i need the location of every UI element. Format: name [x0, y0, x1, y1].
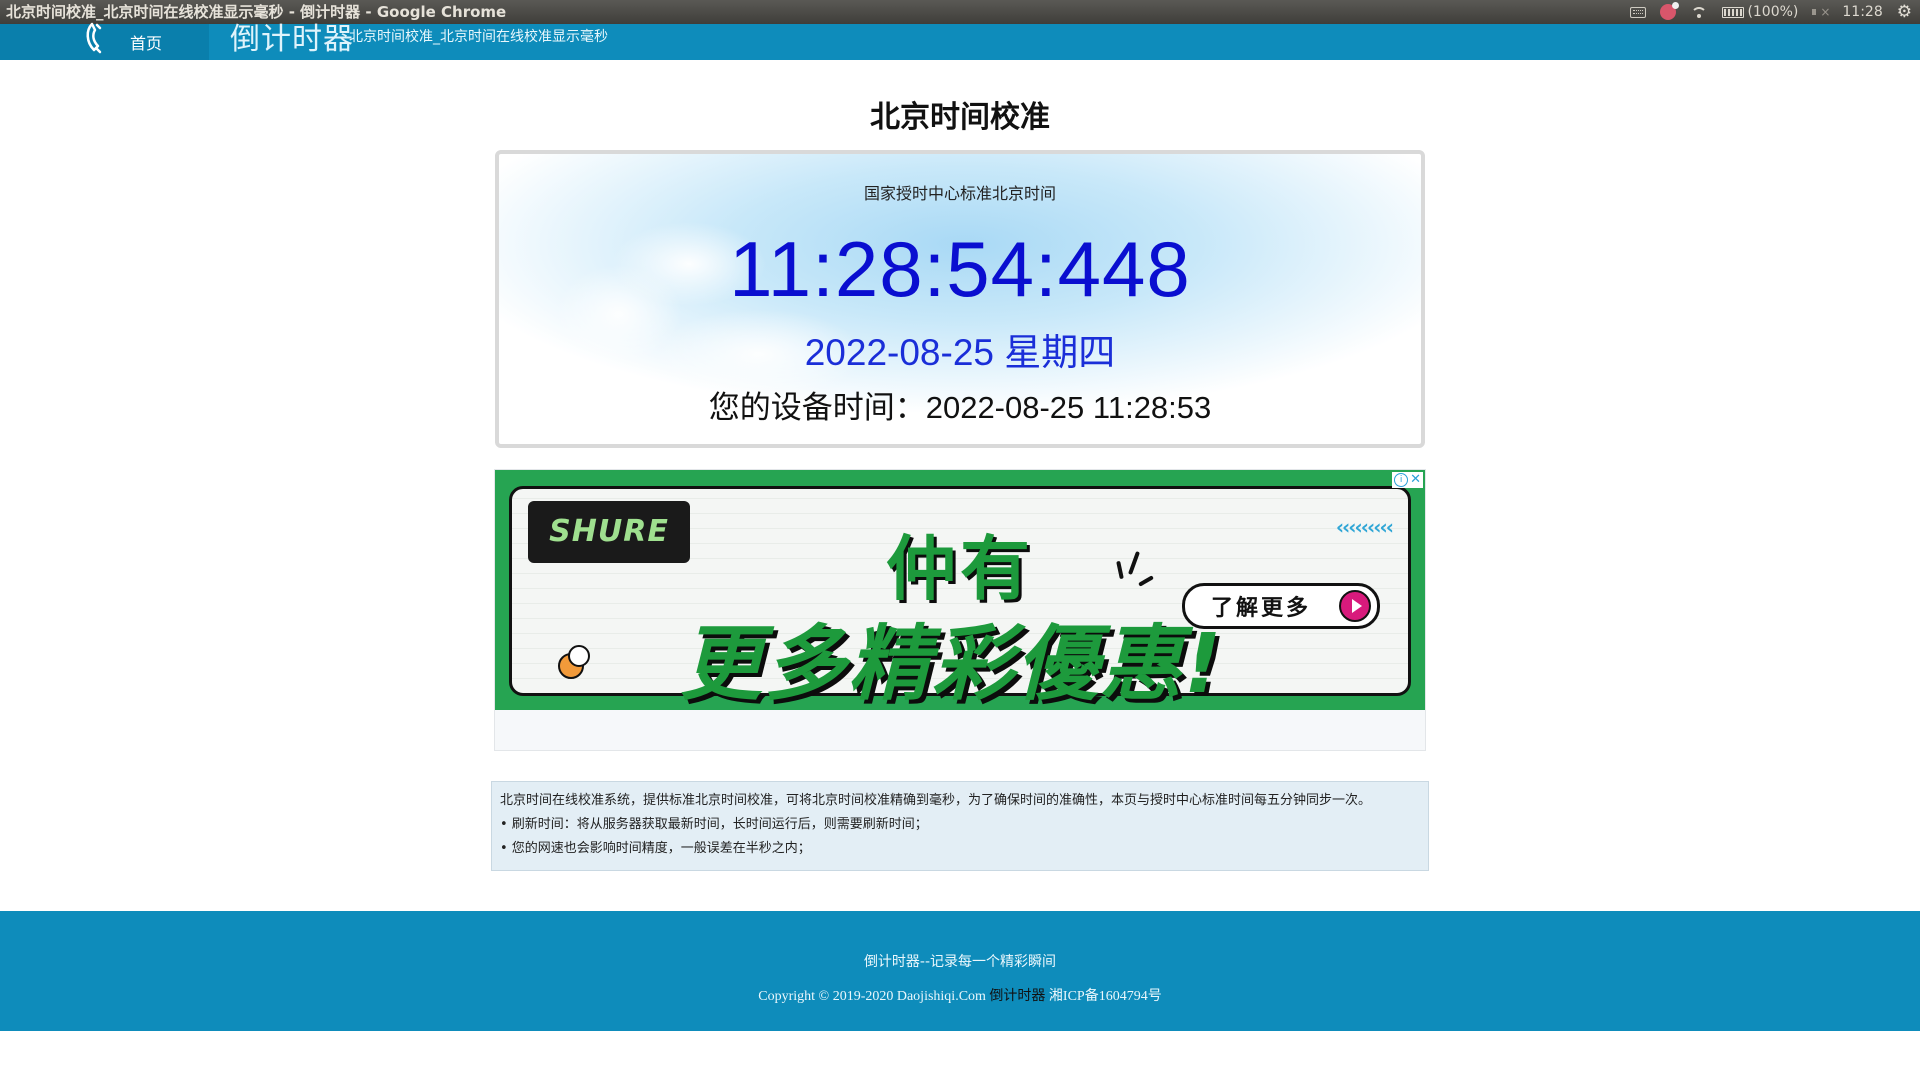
gear-icon[interactable]: ⚙	[1897, 0, 1912, 24]
ad-learn-more-button[interactable]: 了解更多	[1182, 583, 1380, 629]
wifi-icon[interactable]	[1690, 5, 1708, 19]
ad-container: SHURE 仲有 更多精彩優惠! ‹‹‹‹‹‹‹‹‹ 了解更多 i ✕	[494, 469, 1426, 751]
ad-cta-label: 了解更多	[1211, 596, 1312, 621]
clock-panel: 国家授时中心标准北京时间 11:28:54:448 2022-08-25 星期四…	[495, 150, 1425, 448]
footer-slogan: 倒计时器--记录每一个精彩瞬间	[863, 954, 1057, 970]
battery-indicator[interactable]: (100%)	[1722, 0, 1798, 24]
info-notes: 北京时间在线校准系统，提供标准北京时间校准，可将北京时间校准精确到毫秒，为了确保…	[491, 781, 1429, 871]
site-header: 首页 倒计时器 北京时间校准_北京时间在线校准显示毫秒	[0, 22, 1920, 60]
spark-icon	[1114, 549, 1154, 593]
play-arrow-icon	[1339, 590, 1371, 622]
phone-icon	[86, 22, 102, 54]
keyboard-icon[interactable]	[1630, 6, 1647, 18]
battery-percent: (100%)	[1747, 4, 1799, 20]
page-title: 北京时间校准	[870, 100, 1050, 135]
date-display: 2022-08-25 星期四	[804, 332, 1116, 373]
system-clock[interactable]: 11:28	[1842, 0, 1882, 24]
beijing-time-display: 11:28:54:448	[729, 225, 1191, 313]
balls-icon	[558, 645, 594, 681]
ad-choices[interactable]: i ✕	[1392, 472, 1423, 488]
device-time-display: 您的设备时间：2022-08-25 11:28:53	[708, 390, 1212, 425]
battery-icon	[1722, 6, 1745, 18]
ad-headline-2: 更多精彩優惠!	[680, 617, 1224, 710]
info-icon[interactable]: i	[1394, 473, 1409, 487]
notes-intro: 北京时间在线校准系统，提供标准北京时间校准，可将北京时间校准精确到毫秒，为了确保…	[500, 793, 1372, 808]
volume-muted-icon[interactable]	[1812, 0, 1830, 24]
messaging-icon[interactable]	[1660, 2, 1680, 20]
ad-banner[interactable]: SHURE 仲有 更多精彩優惠! ‹‹‹‹‹‹‹‹‹ 了解更多 i ✕	[495, 470, 1425, 710]
notes-tip-refresh: • 刷新时间：将从服务器获取最新时间，长时间运行后，则需要刷新时间；	[500, 817, 928, 832]
nav-home-label: 首页	[130, 34, 163, 53]
brand-logo[interactable]: 倒计时器	[230, 14, 354, 58]
site-footer: 倒计时器--记录每一个精彩瞬间 Copyright © 2019-2020 Da…	[0, 911, 1920, 1031]
footer-site-link[interactable]: 倒计时器	[989, 988, 1045, 1004]
ad-panel: SHURE 仲有 更多精彩優惠! ‹‹‹‹‹‹‹‹‹ 了解更多	[509, 486, 1411, 710]
notes-tip-network: • 您的网速也会影响时间精度，一般误差在半秒之内；	[500, 841, 811, 856]
close-icon[interactable]: ✕	[1410, 473, 1421, 487]
nav-home-link[interactable]: 首页	[0, 22, 209, 60]
chevrons-icon: ‹‹‹‹‹‹‹‹‹	[1335, 515, 1394, 539]
system-tray: (100%) 11:28 ⚙	[1630, 0, 1912, 24]
footer-copyright: Copyright © 2019-2020 Daojishiqi.Com 倒计时…	[0, 985, 1920, 1005]
copyright-text: Copyright © 2019-2020 Daojishiqi.Com	[758, 989, 990, 1004]
time-source-label: 国家授时中心标准北京时间	[863, 184, 1056, 203]
icp-number[interactable]: 湘ICP备1604794号	[1045, 989, 1162, 1004]
brand-subtitle: 北京时间校准_北京时间在线校准显示毫秒	[349, 29, 608, 45]
